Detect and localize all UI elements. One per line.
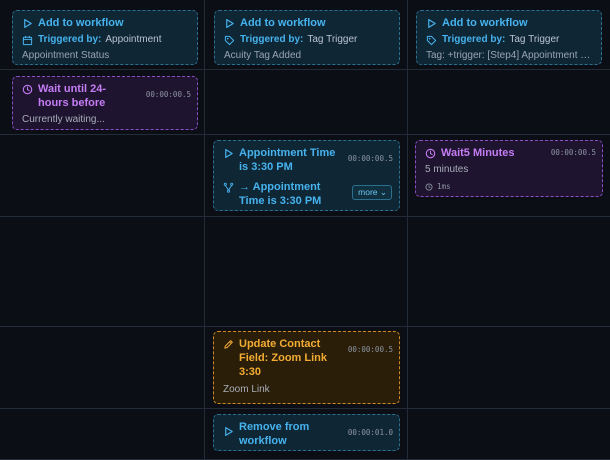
grid-cell (408, 217, 610, 327)
branch-icon (223, 182, 234, 193)
duration-value: 255ms (235, 402, 258, 403)
trigger-label: Triggered by: (240, 34, 304, 45)
add-to-workflow-card-step4-tag[interactable]: Add to workflow Triggered by: Tag Trigge… (416, 10, 602, 65)
card-title: Update Contact Field: Zoom Link 3:30 (239, 338, 327, 378)
card-title: Remove from workflow (239, 421, 310, 447)
add-to-workflow-card-acuity-tag[interactable]: Add to workflow Triggered by: Tag Trigge… (214, 10, 400, 65)
card-duration: 1ms (425, 182, 594, 191)
clock-icon (22, 84, 33, 95)
trigger-label: Triggered by: (442, 34, 506, 45)
card-title: Wait5 Minutes (441, 147, 515, 159)
calendar-icon (22, 35, 33, 46)
card-title: Add to workflow (38, 17, 124, 29)
card-timestamp: 00:00:00.5 (347, 154, 393, 163)
remove-from-workflow-card[interactable]: Remove from workflow 00:00:01.0 (213, 414, 400, 451)
card-title: Add to workflow (240, 17, 326, 29)
wait-24-hours-card[interactable]: Wait until 24-hours before 00:00:00.5 Cu… (12, 76, 198, 130)
card-timestamp: 00:00:00.5 (550, 148, 596, 157)
grid-cell (408, 409, 610, 460)
card-description: Appointment Status (22, 50, 110, 61)
clock-icon (223, 403, 231, 404)
play-icon (224, 18, 235, 29)
duration-value: 1ms (437, 182, 451, 191)
card-description: 5 minutes (425, 164, 469, 175)
card-title: Appointment Time is 3:30 PM (239, 147, 336, 173)
card-title: Wait until 24-hours before (38, 83, 107, 109)
play-icon (223, 426, 234, 437)
card-duration: 255ms (223, 402, 391, 404)
wait-5-minutes-card[interactable]: Wait5 Minutes 00:00:00.5 5 minutes 1ms (415, 140, 603, 197)
card-description: Tag: +trigger: [Step4] Appointment S... (426, 50, 593, 61)
appointment-time-condition-card[interactable]: Appointment Time is 3:30 PM 00:00:00.5 →… (213, 140, 400, 211)
more-button[interactable]: more ⌄ (352, 185, 392, 200)
card-timestamp: 00:00:00.5 (347, 345, 393, 354)
trigger-value: Tag Trigger (509, 34, 560, 45)
grid-cell (205, 70, 408, 135)
trigger-value: Appointment (105, 34, 162, 45)
card-description: Zoom Link (223, 384, 270, 395)
clock-icon (425, 148, 436, 159)
play-icon (426, 18, 437, 29)
card-description: Acuity Tag Added (224, 50, 302, 61)
clock-icon (425, 183, 433, 191)
grid-cell (0, 327, 205, 409)
trigger-value: Tag Trigger (307, 34, 358, 45)
grid-cell (408, 70, 610, 135)
play-icon (223, 148, 234, 159)
branch-title: → Appointment Time is 3:30 PM (239, 181, 322, 207)
grid-cell (0, 135, 205, 217)
tag-icon (224, 35, 235, 46)
card-title: Add to workflow (442, 17, 528, 29)
trigger-label: Triggered by: (38, 34, 102, 45)
tag-icon (426, 35, 437, 46)
grid-cell (0, 409, 205, 460)
card-description: Currently waiting... (22, 114, 105, 125)
update-contact-field-card[interactable]: Update Contact Field: Zoom Link 3:30 00:… (213, 331, 400, 404)
play-icon (22, 18, 33, 29)
grid-cell (0, 217, 205, 327)
grid-cell (408, 327, 610, 409)
grid-cell (205, 217, 408, 327)
pencil-icon (223, 339, 234, 350)
card-timestamp: 00:00:01.0 (347, 428, 393, 437)
add-to-workflow-card-appointment[interactable]: Add to workflow Triggered by: Appointmen… (12, 10, 198, 65)
card-timestamp: 00:00:00.5 (145, 90, 191, 99)
